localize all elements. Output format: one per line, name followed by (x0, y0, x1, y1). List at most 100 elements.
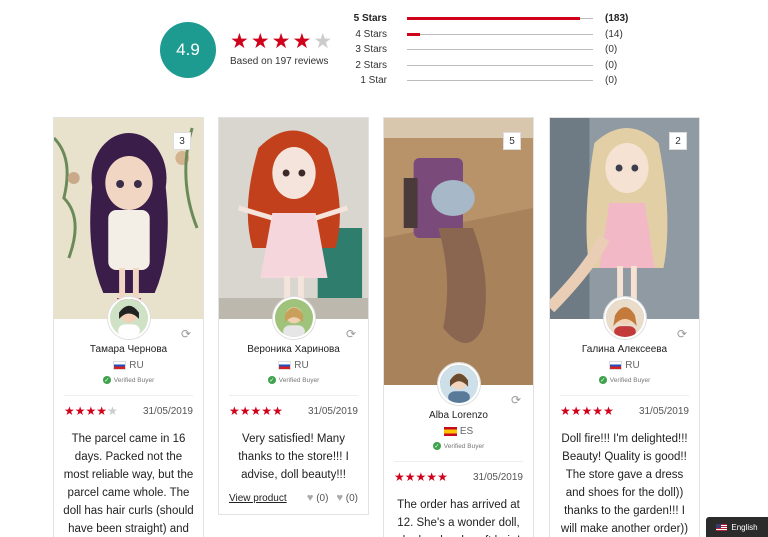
distribution-count: (0) (605, 75, 618, 86)
photo-count-badge: 3 (173, 132, 191, 150)
reviewer-country: ES (384, 424, 533, 438)
review-card: 3 ⟳ Тамара Чернова RU ✓ Verified Buyer ★ ★… (53, 117, 204, 537)
star-filled-icon: ★ (415, 470, 427, 484)
distribution-bar-fill (407, 32, 421, 36)
review-count-label: Based on 197 reviews (230, 56, 329, 67)
verified-label: Verified Buyer (443, 442, 485, 450)
review-photo[interactable] (219, 118, 368, 319)
flag-icon (609, 360, 623, 370)
translate-icon[interactable]: ⟳ (677, 327, 687, 341)
distribution-row[interactable]: 4 Stars (14) (350, 27, 640, 43)
review-photo[interactable]: 3 (54, 118, 203, 319)
flag-icon (443, 426, 457, 436)
star-filled-icon: ★ (250, 404, 262, 418)
star-filled-icon: ★ (560, 404, 571, 418)
distribution-label: 4 Stars (355, 28, 387, 40)
star-filled-icon: ★ (437, 470, 448, 484)
check-icon: ✓ (598, 376, 607, 384)
review-stars: ★ ★ ★ ★ ★ (229, 405, 283, 417)
reviewer-country: RU (550, 358, 699, 372)
distribution-bar-fill (407, 17, 580, 20)
reviewer-avatar (107, 297, 150, 339)
star-filled-icon: ★ (272, 404, 283, 418)
us-flag-icon (716, 523, 728, 531)
country-code: ES (459, 425, 474, 437)
distribution-count: (0) (605, 59, 618, 71)
review-photo[interactable]: 5 (384, 118, 533, 385)
distribution-label: 5 Stars (353, 13, 387, 24)
distribution-label: 3 Stars (355, 44, 387, 55)
star-filled-icon: ★ (250, 30, 270, 53)
distribution-row[interactable]: 5 Stars (183) (350, 11, 640, 27)
reviewer-name: Alba Lorenzo (429, 410, 488, 421)
photo-count-badge: 2 (669, 132, 687, 150)
star-filled-icon: ★ (292, 30, 312, 53)
review-stars: ★ ★ ★ ★ ★ (64, 405, 118, 417)
review-date: 31/05/2019 (142, 405, 193, 417)
review-text: The order has arrived at 12. She's a won… (397, 499, 520, 537)
distribution-row[interactable]: 1 Star (0) (350, 73, 640, 89)
like-count: (0) (316, 493, 329, 504)
package-photo (384, 118, 533, 385)
distribution-bar (407, 80, 593, 81)
verified-label: Verified Buyer (278, 376, 320, 384)
language-label: English (731, 522, 758, 532)
reviewer-country: RU (54, 358, 203, 372)
star-filled-icon: ★ (64, 404, 75, 418)
verified-buyer-badge: ✓ Verified Buyer (384, 440, 533, 452)
rating-distribution: 5 Stars (183) 4 Stars (14) 3 Stars (0) 2 Stars… (350, 11, 640, 89)
distribution-row[interactable]: 3 Stars (0) (350, 42, 640, 58)
star-filled-icon: ★ (261, 404, 273, 418)
star-filled-icon: ★ (230, 30, 249, 53)
like-button[interactable]: ♥ (0) (307, 492, 329, 504)
reviewer-avatar (603, 297, 646, 339)
check-icon: ✓ (432, 442, 441, 450)
reviewer-avatar (272, 297, 315, 339)
star-filled-icon: ★ (239, 404, 251, 418)
distribution-bar (407, 32, 593, 36)
reviewer-name: Галина Алексеева (581, 344, 668, 355)
distribution-bar (407, 64, 593, 66)
review-photo[interactable]: 2 (550, 118, 699, 319)
star-filled-icon: ★ (271, 30, 291, 53)
distribution-label: 2 Stars (355, 59, 387, 71)
view-product-link[interactable]: View product (229, 493, 287, 504)
translate-icon[interactable]: ⟳ (181, 327, 191, 341)
star-filled-icon: ★ (394, 470, 405, 484)
star-filled-icon: ★ (229, 404, 240, 418)
reviewer-name: Вероника Харинова (247, 344, 340, 355)
dislike-button[interactable]: ♥ (0) (336, 492, 358, 504)
photo-count-badge: 5 (503, 132, 521, 150)
star-filled-icon: ★ (603, 404, 614, 418)
verified-label: Verified Buyer (609, 376, 651, 384)
review-card: ⟳ Вероника Харинова RU ✓ Verified Buyer ★… (218, 117, 369, 515)
country-code: RU (129, 359, 144, 371)
review-date: 31/05/2019 (307, 405, 358, 417)
country-code: RU (625, 359, 640, 371)
translate-icon[interactable]: ⟳ (346, 327, 356, 341)
review-card: 2 ⟳ Галина Алексеева RU ✓ Verified Buyer … (549, 117, 700, 537)
average-rating-badge: 4.9 (160, 22, 216, 78)
check-icon: ✓ (102, 376, 111, 384)
heart-icon: ♥ (306, 492, 314, 504)
reviewer-name: Тамара Чернова (89, 344, 168, 355)
translate-icon[interactable]: ⟳ (511, 393, 521, 407)
distribution-row[interactable]: 2 Stars (0) (350, 58, 640, 74)
country-code: RU (294, 359, 309, 371)
flag-icon (278, 360, 292, 370)
review-footer: View product ♥ (0) ♥ (0) (219, 484, 368, 514)
distribution-label: 1 Star (360, 75, 387, 86)
star-empty-icon: ★ (313, 30, 333, 53)
star-filled-icon: ★ (581, 404, 593, 418)
language-selector-button[interactable]: English (706, 517, 768, 537)
star-filled-icon: ★ (592, 404, 604, 418)
star-filled-icon: ★ (570, 404, 582, 418)
review-date: 31/05/2019 (638, 405, 689, 417)
star-filled-icon: ★ (74, 404, 86, 418)
star-empty-icon: ★ (107, 404, 118, 418)
review-stars: ★ ★ ★ ★ ★ (394, 471, 448, 483)
review-card: 5 ⟳ Alba Lorenzo ES ✓ Verified Buyer ★ ★ ★ ★… (383, 117, 534, 537)
star-filled-icon: ★ (96, 404, 108, 418)
reviewer-country: RU (219, 358, 368, 372)
review-date: 31/05/2019 (472, 471, 523, 483)
